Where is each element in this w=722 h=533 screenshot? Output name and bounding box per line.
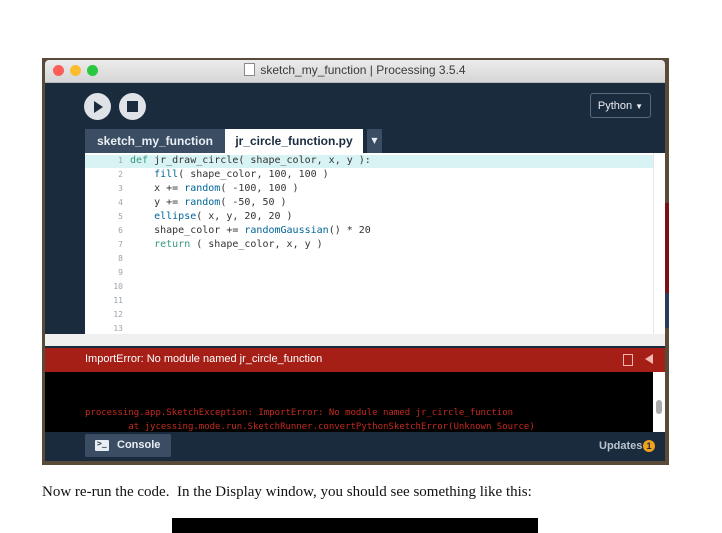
title-bar: sketch_my_function | Processing 3.5.4 [45,60,665,83]
editor-horizontal-scrollbar[interactable] [45,334,665,346]
line-number: 9 [118,268,123,277]
console-tab-label: Console [117,439,161,451]
code-line-6: shape_color += randomGaussian() * 20 [130,225,371,236]
play-icon [94,101,103,113]
console-scrollbar[interactable] [653,372,665,432]
console-tab[interactable]: >_ Console [85,434,171,457]
window-title: sketch_my_function | Processing 3.5.4 [260,63,466,77]
console-output[interactable]: processing.app.SketchException: ImportEr… [45,372,665,432]
tab-sketch-my-function[interactable]: sketch_my_function [85,129,225,153]
window-title-wrap: sketch_my_function | Processing 3.5.4 [45,63,665,77]
line-number: 6 [118,226,123,235]
terminal-icon: >_ [95,439,109,451]
stop-button[interactable] [119,93,146,120]
updates-label[interactable]: Updates [599,440,642,452]
line-number: 1 [118,156,123,165]
tab-jr-circle-function[interactable]: jr_circle_function.py [225,129,363,153]
error-message: ImportError: No module named jr_circle_f… [85,353,323,365]
console-scroll-thumb[interactable] [656,400,662,414]
code-line-2: fill( shape_color, 100, 100 ) [154,169,329,180]
tab-menu-button[interactable]: ▼ [367,129,382,153]
document-icon [244,63,256,76]
console-line: processing.app.SketchException: ImportEr… [85,408,514,418]
run-button[interactable] [84,93,111,120]
line-number: 4 [118,198,123,207]
tab-bar: sketch_my_function jr_circle_function.py… [45,129,665,153]
updates-badge[interactable]: 1 [643,440,655,452]
line-number: 12 [113,310,123,319]
line-number: 8 [118,254,123,263]
mode-caret-icon: ▼ [635,102,644,111]
line-number: 2 [118,170,123,179]
line-number: 11 [113,296,123,305]
code-line-4: y += random( -50, 50 ) [130,197,287,208]
instruction-text: Now re-run the code. In the Display wind… [42,484,532,500]
display-window-preview [172,518,538,533]
copy-icon[interactable] [623,354,633,366]
line-number: 5 [118,212,123,221]
processing-window: sketch_my_function | Processing 3.5.4 Py… [45,60,665,461]
code-line-7: return ( shape_color, x, y ) [154,239,323,250]
stop-icon [127,101,138,112]
console-line: at jycessing.mode.run.SketchRunner.conve… [85,422,535,432]
mode-selector[interactable]: Python ▼ [590,93,651,118]
line-number: 3 [118,184,123,193]
error-bar: ImportError: No module named jr_circle_f… [45,348,665,372]
code-line-1: def jr_draw_circle( shape_color, x, y ): [130,155,371,166]
code-editor[interactable]: 1 2 3 4 5 6 7 8 9 10 11 12 13 def jr_dra… [85,153,653,334]
code-line-3: x += random( -100, 100 ) [130,183,299,194]
editor-vertical-scrollbar[interactable] [653,153,665,334]
code-line-5: ellipse( x, y, 20, 20 ) [154,211,293,222]
line-number: 13 [113,324,123,333]
line-number: 7 [118,240,123,249]
footer-bar: >_ Console Updates 1 [45,432,665,461]
collapse-icon[interactable] [645,354,653,364]
mode-label: Python [597,100,633,112]
line-number: 10 [113,282,123,291]
